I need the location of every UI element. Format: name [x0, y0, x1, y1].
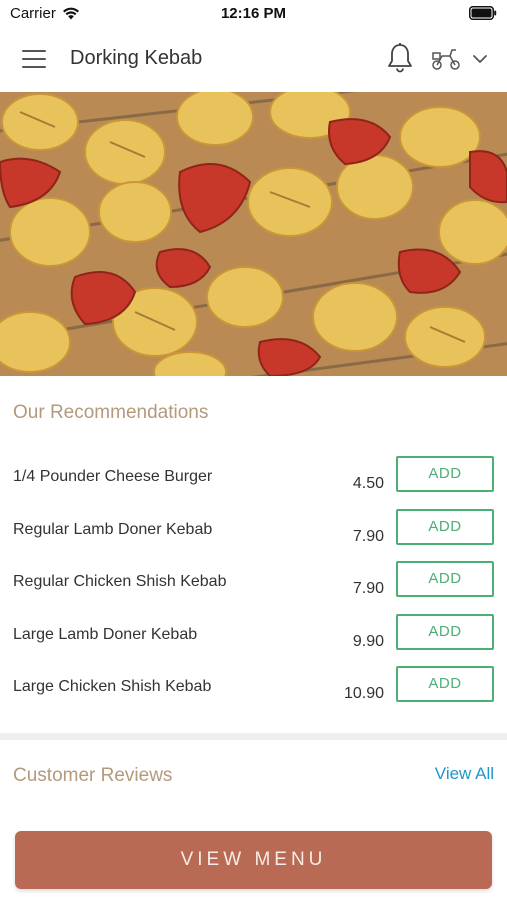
- item-price: 7.90: [352, 580, 384, 597]
- app-header: Dorking Kebab: [0, 28, 507, 92]
- item-price: 4.50: [352, 475, 384, 492]
- add-button[interactable]: ADD: [396, 561, 494, 597]
- item-price: 10.90: [343, 685, 384, 702]
- battery-icon: [469, 6, 497, 25]
- kebab-photo: [0, 92, 507, 376]
- hero-image: [0, 92, 507, 376]
- item-price: 7.90: [352, 528, 384, 545]
- scooter-icon[interactable]: [430, 46, 462, 72]
- item-name: Regular Chicken Shish Kebab: [13, 573, 227, 590]
- add-button[interactable]: ADD: [396, 666, 494, 702]
- item-name: Large Chicken Shish Kebab: [13, 678, 212, 695]
- reviews-title: Customer Reviews: [13, 765, 173, 786]
- page-title: Dorking Kebab: [70, 47, 203, 69]
- status-bar: Carrier 12:16 PM: [0, 0, 507, 28]
- item-name: 1/4 Pounder Cheese Burger: [13, 468, 213, 485]
- item-name: Large Lamb Doner Kebab: [13, 626, 198, 643]
- bell-icon[interactable]: [386, 42, 414, 74]
- add-button[interactable]: ADD: [396, 456, 494, 492]
- add-button[interactable]: ADD: [396, 509, 494, 545]
- item-name: Regular Lamb Doner Kebab: [13, 521, 213, 538]
- view-menu-button[interactable]: VIEW MENU: [15, 831, 492, 889]
- list-item: Large Chicken Shish Kebab 10.90 ADD: [0, 666, 507, 730]
- status-time: 12:16 PM: [220, 5, 287, 22]
- hamburger-menu-icon[interactable]: [22, 48, 48, 70]
- item-price: 9.90: [352, 633, 384, 650]
- add-button[interactable]: ADD: [396, 614, 494, 650]
- recommendations-title: Our Recommendations: [13, 402, 209, 423]
- section-divider: [0, 733, 507, 740]
- view-all-link[interactable]: View All: [435, 764, 494, 784]
- chevron-down-icon[interactable]: [472, 52, 488, 66]
